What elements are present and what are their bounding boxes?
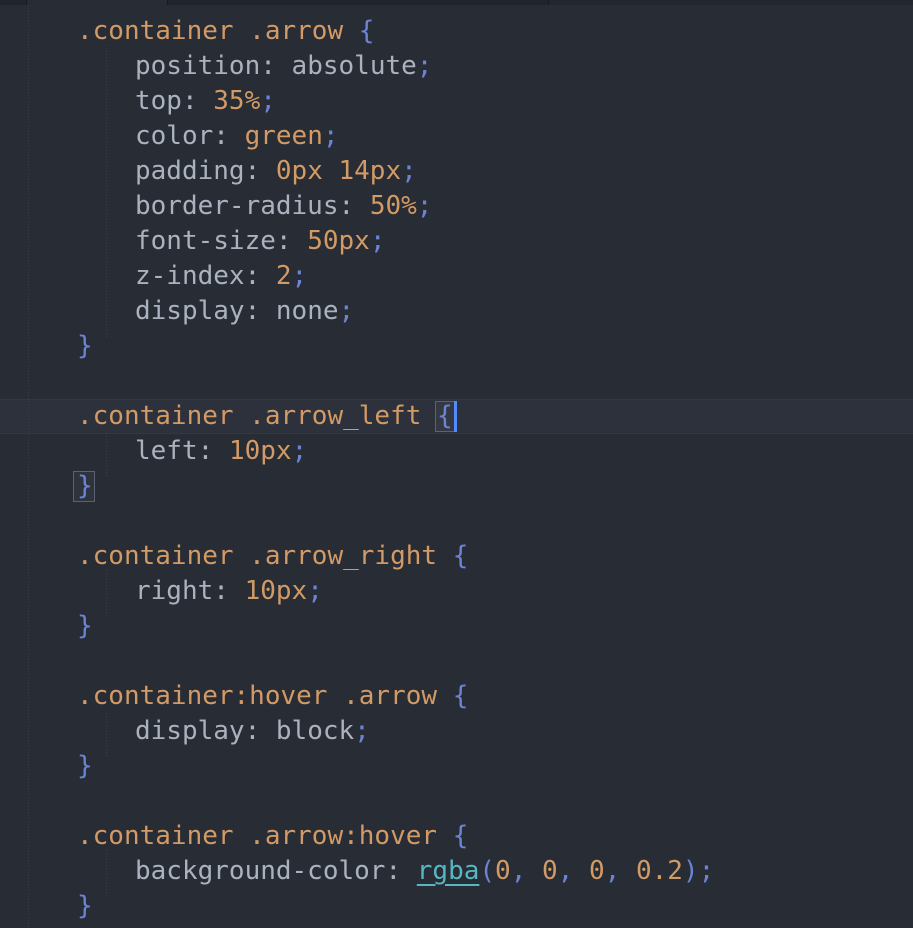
code-line[interactable]: .container .arrow_right { bbox=[0, 539, 913, 574]
code-line[interactable]: font-size: 50px; bbox=[0, 224, 913, 259]
code-token-semi: ; bbox=[369, 226, 386, 256]
code-line[interactable]: display: none; bbox=[0, 294, 913, 329]
code-line[interactable]: right: 10px; bbox=[0, 574, 913, 609]
code-token-func: rgba bbox=[416, 856, 480, 886]
code-line[interactable]: } bbox=[0, 469, 913, 504]
code-token-num: green bbox=[244, 121, 323, 151]
code-token-val: absolute bbox=[291, 51, 417, 81]
code-token-val: block bbox=[275, 716, 355, 746]
code-token-brace: { bbox=[452, 821, 469, 851]
code-line[interactable] bbox=[0, 504, 913, 539]
code-token-prop: border-radius bbox=[135, 191, 339, 221]
code-token-prop: z-index bbox=[135, 261, 245, 291]
code-token-comma: , bbox=[557, 856, 589, 886]
code-token-num: 0px 14px bbox=[275, 156, 402, 186]
code-token-brace: } bbox=[77, 331, 93, 361]
code-line[interactable]: background-color: rgba(0, 0, 0, 0.2); bbox=[0, 854, 913, 889]
code-token-semi: ; bbox=[416, 191, 433, 221]
code-token-semi: ; bbox=[401, 156, 417, 186]
code-token-prop: position bbox=[135, 51, 261, 81]
code-token-num: 50% bbox=[369, 191, 417, 221]
code-token-semi: ; bbox=[354, 716, 370, 746]
code-token-semi: ; bbox=[322, 121, 339, 151]
code-token-punc: : bbox=[244, 716, 276, 746]
code-token-semi: ; bbox=[291, 436, 308, 466]
code-token-prop: display bbox=[135, 716, 245, 746]
code-token-brace: { bbox=[452, 681, 469, 711]
code-token-brace: { bbox=[452, 541, 469, 571]
code-token-prop: right bbox=[135, 576, 214, 606]
code-line[interactable]: .container .arrow { bbox=[0, 14, 913, 49]
code-line[interactable]: color: green; bbox=[0, 119, 913, 154]
code-token-sel: .container .arrow bbox=[77, 16, 359, 46]
code-token-brace: } bbox=[77, 751, 93, 781]
code-token-prop: background-color bbox=[135, 856, 386, 886]
code-line[interactable] bbox=[0, 644, 913, 679]
code-token-semi: ; bbox=[698, 856, 715, 886]
code-token-comma: , bbox=[510, 856, 543, 886]
code-line[interactable]: } bbox=[0, 329, 913, 364]
code-token-num: 10px bbox=[228, 436, 292, 466]
code-token-val: none bbox=[275, 296, 339, 326]
code-token-brace: { bbox=[358, 16, 375, 46]
code-token-punc: : bbox=[213, 576, 245, 606]
code-token-sel: .container:hover .arrow bbox=[77, 681, 453, 711]
code-token-sel: .container .arrow:hover bbox=[77, 821, 453, 851]
code-token-semi: ; bbox=[260, 86, 276, 116]
code-token-prop: display bbox=[135, 296, 245, 326]
code-line[interactable]: border-radius: 50%; bbox=[0, 189, 913, 224]
code-line[interactable]: } bbox=[0, 609, 913, 644]
code-line[interactable]: left: 10px; bbox=[0, 434, 913, 469]
code-line[interactable] bbox=[0, 364, 913, 399]
code-editor-surface[interactable]: .container .arrow {position: absolute; to… bbox=[0, 5, 913, 928]
code-token-paren: ) bbox=[682, 856, 699, 886]
code-token-sel: .container .arrow_right bbox=[77, 541, 453, 571]
code-token-brace: } bbox=[77, 471, 93, 501]
code-token-punc: : bbox=[260, 51, 292, 81]
code-token-punc: : bbox=[244, 261, 276, 291]
code-token-num: 0.2 bbox=[635, 856, 683, 886]
code-token-punc: : bbox=[197, 436, 229, 466]
code-token-num: 10px bbox=[244, 576, 308, 606]
code-token-num: 0 bbox=[588, 856, 605, 886]
code-token-prop: left bbox=[135, 436, 198, 466]
code-token-semi: ; bbox=[291, 261, 308, 291]
code-token-semi: ; bbox=[307, 576, 323, 606]
code-token-brace: { bbox=[437, 401, 453, 431]
code-token-semi: ; bbox=[416, 51, 433, 81]
code-token-brace: } bbox=[77, 611, 93, 641]
code-token-punc: : bbox=[181, 86, 214, 116]
code-token-prop: color bbox=[135, 121, 214, 151]
code-token-punc: : bbox=[338, 191, 370, 221]
code-token-num: 0 bbox=[542, 856, 558, 886]
code-token-punc: : bbox=[275, 226, 308, 256]
code-line[interactable] bbox=[0, 784, 913, 819]
code-line[interactable]: } bbox=[0, 889, 913, 924]
code-token-comma: , bbox=[604, 856, 636, 886]
code-token-punc: : bbox=[213, 121, 245, 151]
code-token-num: 2 bbox=[275, 261, 292, 291]
code-token-punc: : bbox=[385, 856, 417, 886]
code-token-num: 0 bbox=[495, 856, 511, 886]
code-line[interactable]: z-index: 2; bbox=[0, 259, 913, 294]
code-token-num: 50px bbox=[307, 226, 370, 256]
code-line[interactable]: .container .arrow:hover { bbox=[0, 819, 913, 854]
code-token-semi: ; bbox=[338, 296, 355, 326]
code-token-prop: padding bbox=[135, 156, 245, 186]
code-line[interactable]: } bbox=[0, 749, 913, 784]
code-token-prop: top bbox=[135, 86, 182, 116]
code-token-prop: font-size bbox=[135, 226, 276, 256]
code-token-sel: .container .arrow_left bbox=[77, 401, 438, 431]
code-token-punc: : bbox=[244, 296, 276, 326]
code-line[interactable]: padding: 0px 14px; bbox=[0, 154, 913, 189]
code-token-brace: } bbox=[77, 891, 93, 921]
code-token-paren: ( bbox=[479, 856, 496, 886]
code-line[interactable]: .container:hover .arrow { bbox=[0, 679, 913, 714]
code-line[interactable]: display: block; bbox=[0, 714, 913, 749]
text-caret bbox=[453, 401, 457, 432]
code-token-punc: : bbox=[244, 156, 276, 186]
code-line[interactable]: position: absolute; bbox=[0, 49, 913, 84]
code-line[interactable]: top: 35%; bbox=[0, 84, 913, 119]
code-token-num: 35% bbox=[213, 86, 261, 116]
